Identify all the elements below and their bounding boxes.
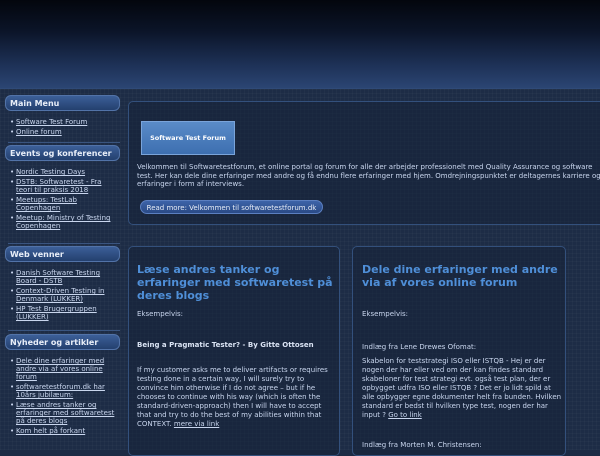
list-item[interactable]: • Læse andres tanker og erfaringer med so… <box>10 401 116 425</box>
events-link[interactable]: Nordic Testing Days <box>16 168 85 176</box>
news-link[interactable]: Kom helt på forkant <box>16 427 85 435</box>
news-link[interactable]: softwaretestforum.dk har 10års jubilæum: <box>16 383 105 399</box>
news-heading: Nyheder og artikler <box>5 334 120 350</box>
menu-link-online-forum[interactable]: Online forum <box>16 128 62 136</box>
divider <box>8 330 120 331</box>
example-label: Eksempelvis: <box>137 310 184 318</box>
article-subtitle: Being a Pragmatic Tester? - By Gitte Ott… <box>137 341 314 349</box>
news-link[interactable]: Dele dine erfaringer med andre via af vo… <box>16 357 104 381</box>
events-link[interactable]: DSTB: Softwaretest - Fra teori til praks… <box>16 178 101 194</box>
post-body-text: Skabelon for teststrategi ISO eller ISTQ… <box>362 357 562 419</box>
events-link[interactable]: Meetup: Ministry of Testing Copenhagen <box>16 214 110 230</box>
read-more-button[interactable]: Read more: Velkommen til softwaretestfor… <box>140 200 323 214</box>
post-author-line: Indlæg fra Lene Drewes Ofomat: <box>362 343 477 351</box>
events-list: • Nordic Testing Days • DSTB: Softwaretest… <box>10 168 116 232</box>
friends-link[interactable]: Context-Driven Testing in Denmark (LUKKE… <box>16 287 105 303</box>
go-to-link[interactable]: Go to link <box>388 411 422 419</box>
post-author-line: Indlæg fra Morten M. Christensen: <box>362 441 482 449</box>
list-item[interactable]: • HP Test Brugergruppen (LUKKER) <box>10 305 116 321</box>
friends-heading: Web venner <box>5 246 120 262</box>
menu-link-software-test-forum[interactable]: Software Test Forum <box>16 118 87 126</box>
friends-link[interactable]: Danish Software Testing Board - DSTB <box>16 269 100 285</box>
article-body: If my customer asks me to deliver artifa… <box>137 366 334 429</box>
list-item[interactable]: • softwaretestforum.dk har 10års jubilæum… <box>10 383 116 399</box>
events-link[interactable]: Meetups: TestLab Copenhagen <box>16 196 77 212</box>
friends-list: • Danish Software Testing Board - DSTB • C… <box>10 269 116 323</box>
friends-link[interactable]: HP Test Brugergruppen (LUKKER) <box>16 305 97 321</box>
article-body-text: If my customer asks me to deliver artifa… <box>137 366 328 428</box>
list-item[interactable]: • Context-Driven Testing in Denmark (LUKK… <box>10 287 116 303</box>
list-item[interactable]: • Meetup: Ministry of Testing Copenhagen <box>10 214 116 230</box>
welcome-text: Velkommen til Softwaretestforum, et onli… <box>137 163 600 189</box>
list-item[interactable]: • Kom helt på forkant <box>10 427 116 435</box>
more-link[interactable]: mere via link <box>174 420 219 428</box>
list-item[interactable]: • DSTB: Softwaretest - Fra teori til prak… <box>10 178 116 194</box>
list-item[interactable]: • Dele dine erfaringer med andre via af v… <box>10 357 116 381</box>
site-logo[interactable]: Software Test Forum <box>141 121 235 155</box>
news-list: • Dele dine erfaringer med andre via af v… <box>10 357 116 437</box>
article-title[interactable]: Dele dine erfaringer med andre via af vo… <box>362 263 562 289</box>
list-item[interactable]: • Danish Software Testing Board - DSTB <box>10 269 116 285</box>
post-body: Skabelon for teststrategi ISO eller ISTQ… <box>362 357 562 420</box>
list-item[interactable]: • Software Test Forum <box>10 118 116 126</box>
list-item[interactable]: • Nordic Testing Days <box>10 168 116 176</box>
list-item[interactable]: • Meetups: TestLab Copenhagen <box>10 196 116 212</box>
article-title[interactable]: Læse andres tanker og erfaringer med sof… <box>137 263 337 302</box>
events-heading: Events og konferencer <box>5 145 120 161</box>
list-item[interactable]: • Online forum <box>10 128 116 136</box>
example-label: Eksempelvis: <box>362 310 409 318</box>
divider <box>8 243 120 244</box>
site-header <box>0 0 600 89</box>
main-menu-heading: Main Menu <box>5 95 120 111</box>
news-link[interactable]: Læse andres tanker og erfaringer med sof… <box>16 401 114 425</box>
main-menu-list: • Software Test Forum • Online forum <box>10 118 116 138</box>
divider <box>8 142 120 143</box>
